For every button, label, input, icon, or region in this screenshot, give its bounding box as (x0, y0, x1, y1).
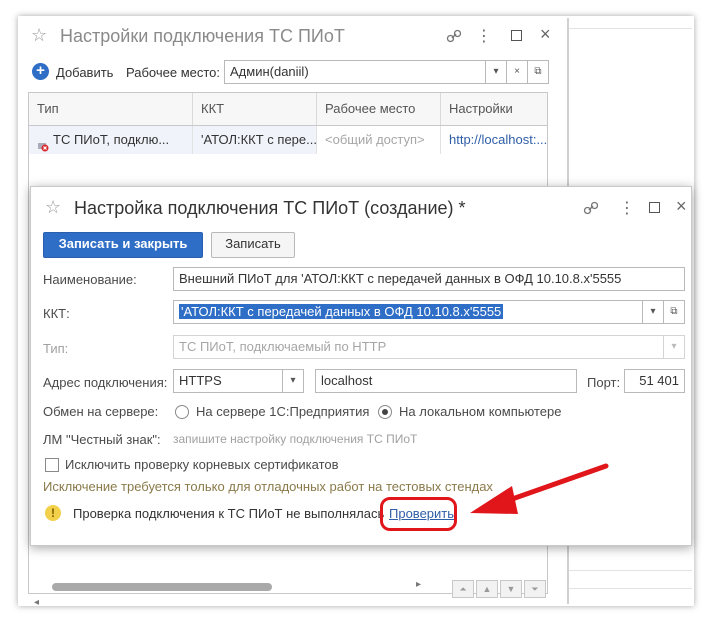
radio-local-label[interactable]: На локальном компьютере (399, 404, 562, 419)
window-title: Настройки подключения ТС ПИоТ (60, 26, 345, 46)
exclude-cert-checkbox[interactable] (45, 458, 59, 472)
save-and-close-button[interactable]: Записать и закрыть (43, 232, 203, 258)
note-text: Исключение требуется только для отладочн… (43, 479, 493, 494)
column-header-kkt[interactable]: ККТ (193, 93, 317, 125)
kkt-open-button[interactable]: ⧉ (663, 300, 685, 324)
protocol-dropdown-button[interactable]: ▾ (282, 369, 304, 393)
protocol-input[interactable]: HTTPS (173, 369, 283, 393)
table-row[interactable]: ТС ПИоТ, подклю... 'АТОЛ:ККТ с пере... <… (28, 126, 548, 154)
scroll-right-icon[interactable]: ▸ (416, 579, 421, 590)
link-icon[interactable] (583, 200, 599, 216)
favorite-star-icon[interactable]: ☆ (45, 197, 61, 218)
move-last-button[interactable]: ⏷ (524, 580, 546, 598)
save-button[interactable]: Записать (211, 232, 295, 258)
maximize-icon[interactable] (511, 30, 522, 41)
name-label: Наименование: (43, 272, 137, 287)
type-label: Тип: (43, 341, 69, 356)
exchange-label: Обмен на сервере: (43, 404, 159, 419)
dialog-title: Настройка подключения ТС ПИоТ (создание)… (74, 198, 466, 218)
port-label: Порт: (587, 375, 621, 390)
annotation-highlight-box (380, 497, 457, 531)
radio-server-label[interactable]: На сервере 1С:Предприятия (196, 404, 369, 419)
cell-kkt: 'АТОЛ:ККТ с пере... (193, 126, 317, 154)
kkt-value: 'АТОЛ:ККТ с передачей данных в ОФД 10.10… (179, 304, 504, 319)
type-input: ТС ПИоТ, подключаемый по HTTP (173, 335, 665, 359)
column-header-workplace[interactable]: Рабочее место (317, 93, 441, 125)
annotation-arrow-icon (470, 463, 609, 514)
radio-local[interactable] (378, 405, 392, 419)
move-first-button[interactable]: ⏶ (452, 580, 474, 598)
radio-server[interactable] (175, 405, 189, 419)
workplace-label: Рабочее место: (126, 65, 221, 80)
status-text: Проверка подключения к ТС ПИоТ не выполн… (73, 506, 385, 521)
kkt-input[interactable]: 'АТОЛ:ККТ с передачей данных в ОФД 10.10… (173, 300, 643, 324)
workplace-clear-button[interactable]: × (506, 60, 528, 84)
exclude-cert-label[interactable]: Исключить проверку корневых сертификатов (65, 457, 339, 472)
lm-placeholder[interactable]: запишите настройку подключения ТС ПИоТ (173, 432, 417, 446)
deleted-mark-icon (37, 134, 49, 152)
more-icon[interactable]: ⋮ (619, 198, 635, 218)
kkt-dropdown-button[interactable]: ▾ (642, 300, 664, 324)
workplace-dropdown-button[interactable]: ▾ (485, 60, 507, 84)
host-input[interactable]: localhost (315, 369, 577, 393)
favorite-star-icon[interactable]: ☆ (31, 25, 47, 46)
add-icon[interactable]: + (32, 63, 49, 80)
kkt-label: ККТ: (43, 306, 70, 321)
maximize-icon[interactable] (649, 202, 660, 213)
close-icon[interactable]: × (676, 196, 687, 217)
cell-type: ТС ПИоТ, подклю... (53, 132, 170, 147)
horizontal-scroll-thumb[interactable] (52, 583, 272, 591)
cell-workplace: <общий доступ> (317, 126, 441, 154)
more-icon[interactable]: ⋮ (476, 26, 492, 46)
warning-icon: ! (45, 505, 61, 521)
name-input[interactable]: Внешний ПИоТ для 'АТОЛ:ККТ с передачей д… (173, 267, 685, 291)
type-dropdown-button: ▾ (663, 335, 685, 359)
workplace-input[interactable]: Админ(daniil) (224, 60, 486, 84)
workplace-open-button[interactable]: ⧉ (527, 60, 549, 84)
scroll-left-icon[interactable]: ◂ (34, 597, 39, 608)
port-input[interactable]: 51 401 (624, 369, 685, 393)
add-button[interactable]: Добавить (56, 65, 113, 80)
grid-header: Тип ККТ Рабочее место Настройки (28, 92, 548, 126)
link-icon[interactable] (446, 28, 462, 44)
column-header-type[interactable]: Тип (29, 93, 193, 125)
lm-label: ЛМ "Честный знак": (43, 432, 161, 447)
address-label: Адрес подключения: (43, 375, 168, 390)
move-up-button[interactable]: ▲ (476, 580, 498, 598)
cell-settings: http://localhost:... (449, 132, 547, 147)
column-header-settings[interactable]: Настройки (441, 93, 547, 125)
move-down-button[interactable]: ▼ (500, 580, 522, 598)
horizontal-scrollbar[interactable] (50, 601, 438, 609)
close-icon[interactable]: × (540, 24, 551, 45)
